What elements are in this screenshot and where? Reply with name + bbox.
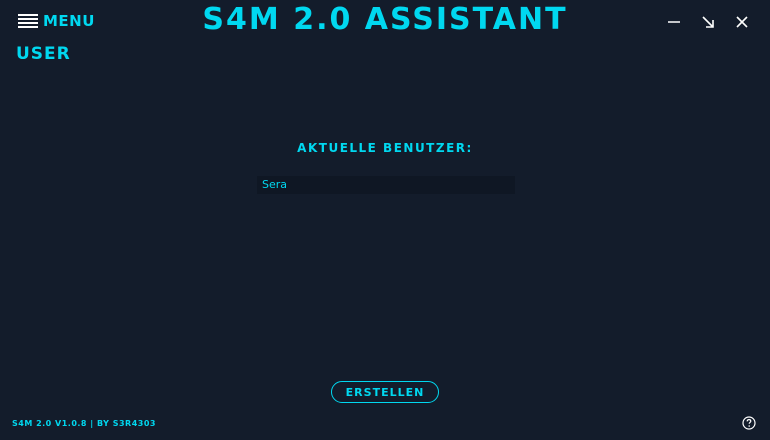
page-title: USER: [16, 44, 71, 64]
help-icon: [742, 416, 756, 430]
help-button[interactable]: [742, 415, 756, 430]
restore-icon: [702, 16, 714, 28]
restore-button[interactable]: [698, 12, 718, 32]
window-controls: [664, 12, 752, 32]
user-list-item[interactable]: Sera: [257, 176, 515, 194]
app-window: MENU S4M 2.0 ASSISTANT USER AKTUELLE BEN…: [0, 0, 770, 440]
minimize-button[interactable]: [664, 12, 684, 32]
current-users-label: AKTUELLE BENUTZER:: [297, 141, 473, 155]
app-title: S4M 2.0 ASSISTANT: [202, 2, 568, 37]
minimize-icon: [668, 21, 680, 23]
close-button[interactable]: [732, 12, 752, 32]
version-footer: S4M 2.0 V1.0.8 | BY S3R4303: [12, 419, 156, 428]
user-list[interactable]: Sera: [257, 176, 515, 194]
close-icon: [736, 16, 748, 28]
create-button[interactable]: ERSTELLEN: [331, 381, 439, 403]
